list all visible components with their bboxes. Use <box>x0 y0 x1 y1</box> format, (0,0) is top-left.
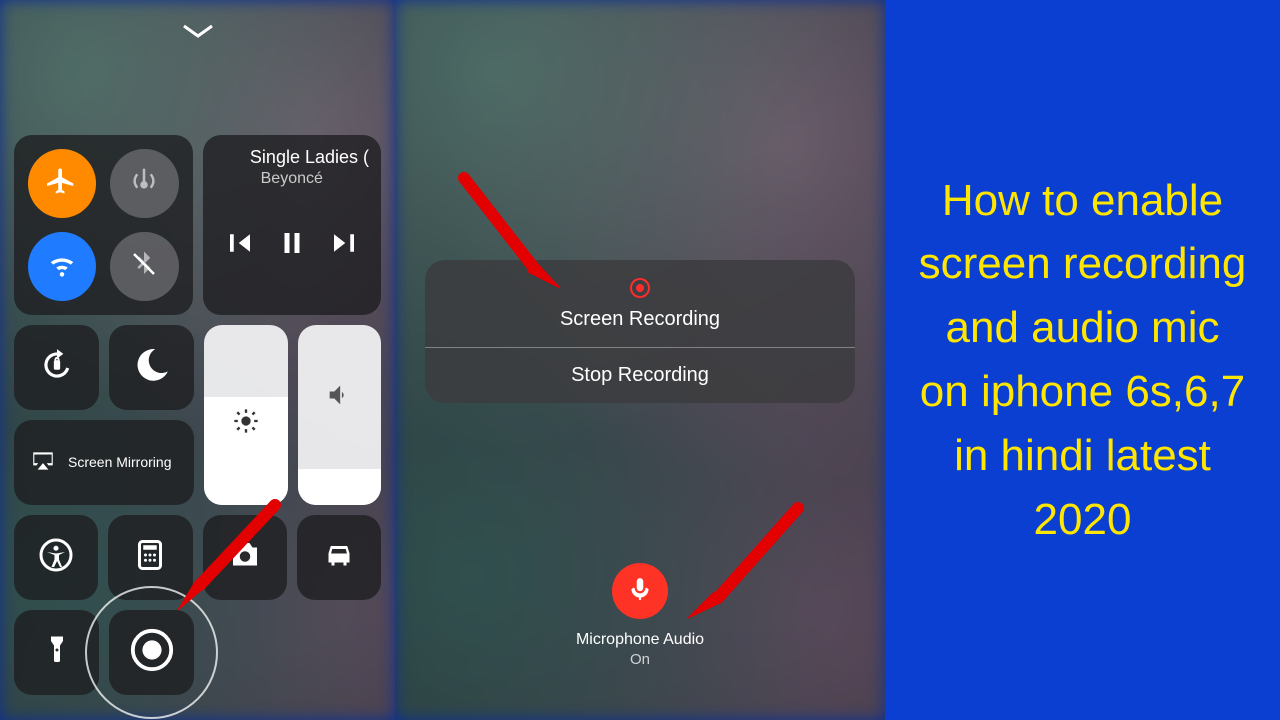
cellular-data-toggle[interactable] <box>110 149 178 218</box>
video-headline: How to enable screen recording and audio… <box>915 169 1250 552</box>
recording-indicator-icon <box>630 278 650 298</box>
flashlight-icon <box>39 632 75 673</box>
bluetooth-toggle[interactable] <box>110 232 178 301</box>
microphone-label: Microphone Audio <box>576 631 704 649</box>
volume-slider[interactable] <box>298 325 382 505</box>
screen-recording-sheet-screenshot: Screen Recording Stop Recording Micropho… <box>395 0 885 720</box>
airplay-icon <box>28 448 58 478</box>
brightness-icon <box>232 407 260 440</box>
record-icon <box>129 627 175 678</box>
wifi-icon <box>47 249 77 284</box>
connectivity-group[interactable] <box>14 135 193 315</box>
accessibility-icon <box>38 537 74 578</box>
title-panel: How to enable screen recording and audio… <box>885 0 1280 720</box>
bluetooth-off-icon <box>129 249 159 284</box>
airplane-mode-toggle[interactable] <box>28 149 96 218</box>
brightness-slider[interactable] <box>204 325 288 505</box>
accessibility-shortcut-button[interactable] <box>14 515 98 600</box>
dismiss-caret-icon[interactable] <box>180 22 216 45</box>
screen-recording-sheet: Screen Recording Stop Recording <box>425 260 855 403</box>
antenna-icon <box>129 166 159 201</box>
wifi-toggle[interactable] <box>28 232 96 301</box>
screen-record-button[interactable] <box>109 610 194 695</box>
stop-recording-button[interactable]: Stop Recording <box>425 348 855 403</box>
car-icon <box>321 537 357 578</box>
volume-icon <box>325 381 353 414</box>
microphone-toggle[interactable] <box>612 563 668 619</box>
microphone-state: On <box>630 651 650 668</box>
microphone-icon <box>627 576 653 607</box>
do-not-disturb-toggle[interactable] <box>109 325 194 410</box>
control-center-screenshot: Single Ladies ( Beyoncé <box>0 0 395 720</box>
moon-icon <box>133 346 171 389</box>
camera-icon <box>227 537 263 578</box>
prev-track-button[interactable] <box>225 228 255 263</box>
screen-recording-title: Screen Recording <box>435 308 845 331</box>
screen-mirroring-button[interactable]: Screen Mirroring <box>14 420 194 505</box>
screen-mirroring-label: Screen Mirroring <box>68 454 171 471</box>
track-title: Single Ladies ( <box>215 147 369 168</box>
airplane-icon <box>47 166 77 201</box>
pause-button[interactable] <box>277 228 307 263</box>
track-artist: Beyoncé <box>215 170 369 188</box>
camera-button[interactable] <box>203 515 287 600</box>
calculator-icon <box>132 537 168 578</box>
carplay-button[interactable] <box>297 515 381 600</box>
rotation-lock-icon <box>38 346 76 389</box>
now-playing-tile[interactable]: Single Ladies ( Beyoncé <box>203 135 381 315</box>
next-track-button[interactable] <box>329 228 359 263</box>
rotation-lock-toggle[interactable] <box>14 325 99 410</box>
